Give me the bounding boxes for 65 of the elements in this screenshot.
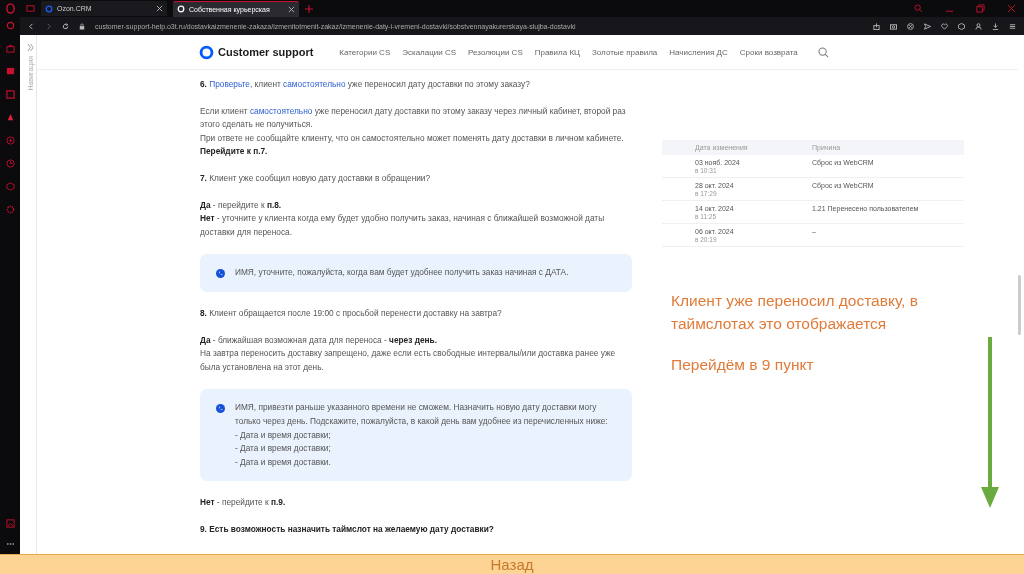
ring-icon [45, 4, 53, 13]
paragraph-text: Да - перейдите к п.8. [200, 198, 283, 212]
nav-link[interactable]: Эскалации CS [402, 47, 457, 57]
paragraph-text: Если клиент самостоятельно уже переносил дату доставки по этому заказу через личный кабинет, второй раз этого сделать не получиться. [200, 104, 627, 132]
search-icon[interactable] [817, 46, 829, 58]
paragraph-text: При ответе не сообщайте клиенту, что он самостоятельно может поменять дату доставки в личном кабинете. [200, 131, 625, 145]
paragraph-text: 6. Проверьте, клиент самостоятельно уже переносил дату доставки по этому заказу? [200, 78, 531, 91]
more-icon[interactable] [5, 542, 15, 546]
search-icon[interactable] [914, 4, 923, 13]
menu-icon[interactable] [1009, 22, 1016, 30]
restore-icon[interactable] [976, 4, 985, 13]
paragraph-text: Нет - уточните у клиента когда ему будет удобно получить заказ, начиная с ближайшей возможной даты доставки для переноса. [200, 212, 606, 239]
forward-icon[interactable] [45, 22, 52, 30]
paragraph-text: 9. Есть возможность назначить таймслот на желаемую дату доставки? [200, 522, 495, 536]
paragraph-text: 7. Клиент уже сообщил новую дату доставки в обращении? [200, 171, 432, 185]
paragraph-text: Нет - перейдите к п.9. [200, 496, 287, 510]
circle-x-icon[interactable] [907, 22, 914, 30]
send-icon[interactable] [924, 22, 931, 30]
nav-link[interactable]: Правила КЦ [534, 47, 580, 57]
annotation-text: Перейдём в 9 пункт [671, 355, 815, 375]
reload-icon[interactable] [62, 22, 69, 30]
close-icon[interactable] [156, 5, 163, 12]
text-link[interactable]: самостоятельно [283, 79, 346, 89]
paragraph-text: Да - ближайшая возможная дата для переноса - через день. [200, 333, 438, 347]
user-icon[interactable] [975, 22, 982, 30]
annotation-text: Клиент уже переносил доставку, в таймслотах это отображается [671, 291, 919, 334]
nav-link[interactable]: Резолюции CS [468, 47, 523, 57]
camera-icon[interactable] [890, 22, 897, 30]
clock-icon[interactable] [5, 159, 15, 168]
paragraph-text: На завтра переносить доставку запрещено, даже если есть свободные интервалы/или доставка ранее уже была установлена на этот день. [200, 347, 617, 374]
nav-link[interactable]: Категории CS [339, 47, 391, 57]
image-icon[interactable] [5, 519, 15, 528]
download-icon[interactable] [992, 22, 999, 30]
circle-icon[interactable] [5, 21, 15, 30]
bag-icon[interactable] [5, 44, 15, 53]
nav-link[interactable]: Сроки возврата [739, 47, 798, 57]
text-link[interactable]: Проверьте [209, 79, 250, 89]
script-text: - Дата и время доставки. [235, 455, 332, 469]
close-icon[interactable] [288, 5, 295, 13]
down-arrow-icon [980, 337, 1000, 509]
play-icon[interactable] [5, 136, 15, 145]
paragraph-text: Перейдите к п.7. [200, 145, 269, 159]
phone-icon [216, 269, 225, 279]
back-icon[interactable] [28, 22, 35, 30]
brand-name[interactable]: Customer support [218, 46, 314, 58]
script-text: - Дата и время доставки; [235, 428, 332, 442]
heart-icon[interactable] [941, 22, 948, 30]
nav-link[interactable]: Начисления ДС [669, 47, 728, 57]
script-text: ИМЯ, привезти раньше указанного времени не сможем. Назначить новую дату доставки могу только через день. Подскажите, пожалуйста, в какой день вам удобнее из перечисленных ниже: [235, 401, 609, 428]
panel-icon[interactable] [26, 4, 35, 13]
phone-icon [216, 404, 225, 414]
lock-icon [79, 22, 85, 30]
paragraph-text: 8. Клиент обращается после 19:00 с просьбой перенести доставку на завтра? [200, 306, 503, 320]
share-icon[interactable] [873, 22, 880, 30]
script-text: ИМЯ, уточните, пожалуйста, когда вам будет удобнее получить заказ начиная с ДАТА. [235, 266, 569, 280]
text-link[interactable]: самостоятельно [249, 105, 313, 116]
ring-logo-icon [199, 44, 214, 60]
nav-link[interactable]: Золотые правила [592, 47, 658, 57]
double-chevron-icon[interactable] [25, 43, 35, 52]
script-text: - Дата и время доставки; [235, 442, 332, 456]
ring-icon [177, 5, 185, 13]
plus-icon[interactable] [305, 4, 313, 13]
ring-logo-icon[interactable] [5, 3, 16, 14]
scrollbar-thumb[interactable] [1018, 275, 1021, 335]
square-icon[interactable] [5, 90, 15, 99]
